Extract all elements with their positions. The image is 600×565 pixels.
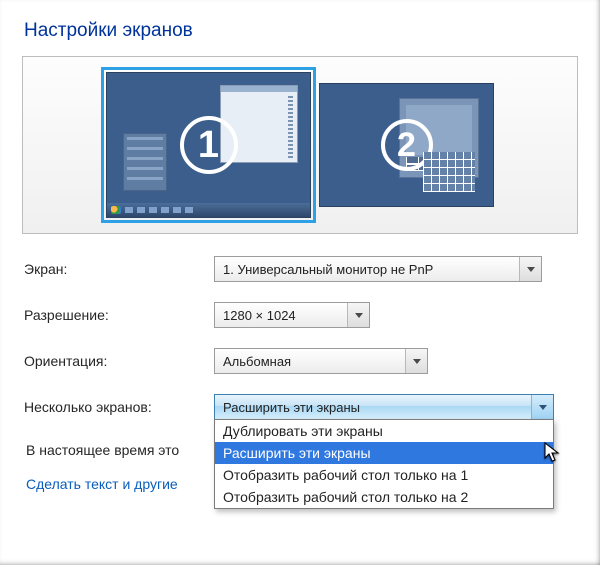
chevron-down-icon	[519, 257, 541, 281]
monitor-1-panel-icon	[123, 133, 167, 191]
row-orientation: Ориентация: Альбомная	[24, 348, 578, 374]
monitor-1-taskbar-icon	[107, 203, 310, 217]
monitor-arrangement-area[interactable]: 1 2	[22, 56, 578, 234]
dd-option-show-only-1[interactable]: Отобразить рабочий стол только на 1	[215, 464, 553, 486]
combo-resolution[interactable]: 1280 × 1024	[214, 302, 370, 328]
combo-multiple-displays-value: Расширить эти экраны	[223, 400, 360, 415]
monitor-1[interactable]: 1	[106, 72, 311, 218]
settings-form: Экран: 1. Универсальный монитор не PnP Р…	[22, 256, 578, 492]
dd-option-extend[interactable]: Расширить эти экраны	[215, 442, 553, 464]
row-screen: Экран: 1. Универсальный монитор не PnP	[24, 256, 578, 282]
combo-screen[interactable]: 1. Универсальный монитор не PnP	[214, 256, 542, 282]
combo-screen-value: 1. Универсальный монитор не PnP	[223, 262, 433, 277]
combo-multiple-displays[interactable]: Расширить эти экраны	[214, 394, 554, 420]
multiple-displays-dropdown: Дублировать эти экраны Расширить эти экр…	[214, 419, 554, 509]
dd-option-duplicate[interactable]: Дублировать эти экраны	[215, 420, 553, 442]
display-settings-panel: Настройки экранов 1 2 Экран: 1. Универса…	[0, 0, 600, 508]
monitor-2-calendar-icon	[423, 152, 475, 192]
row-resolution: Разрешение: 1280 × 1024	[24, 302, 578, 328]
page-title: Настройки экранов	[24, 20, 578, 42]
chevron-down-icon	[531, 395, 553, 419]
monitor-1-number: 1	[180, 116, 238, 174]
label-screen: Экран:	[24, 261, 214, 277]
chevron-down-icon	[405, 349, 427, 373]
label-orientation: Ориентация:	[24, 353, 214, 369]
label-resolution: Разрешение:	[24, 307, 214, 323]
row-multiple-displays: Несколько экранов: Расширить эти экраны …	[24, 394, 578, 420]
chevron-down-icon	[347, 303, 369, 327]
label-multiple-displays: Несколько экранов:	[24, 399, 214, 415]
combo-resolution-value: 1280 × 1024	[223, 308, 296, 323]
combo-orientation[interactable]: Альбомная	[214, 348, 428, 374]
dd-option-show-only-2[interactable]: Отобразить рабочий стол только на 2	[215, 486, 553, 508]
combo-orientation-value: Альбомная	[223, 354, 291, 369]
monitor-2[interactable]: 2	[319, 83, 494, 207]
